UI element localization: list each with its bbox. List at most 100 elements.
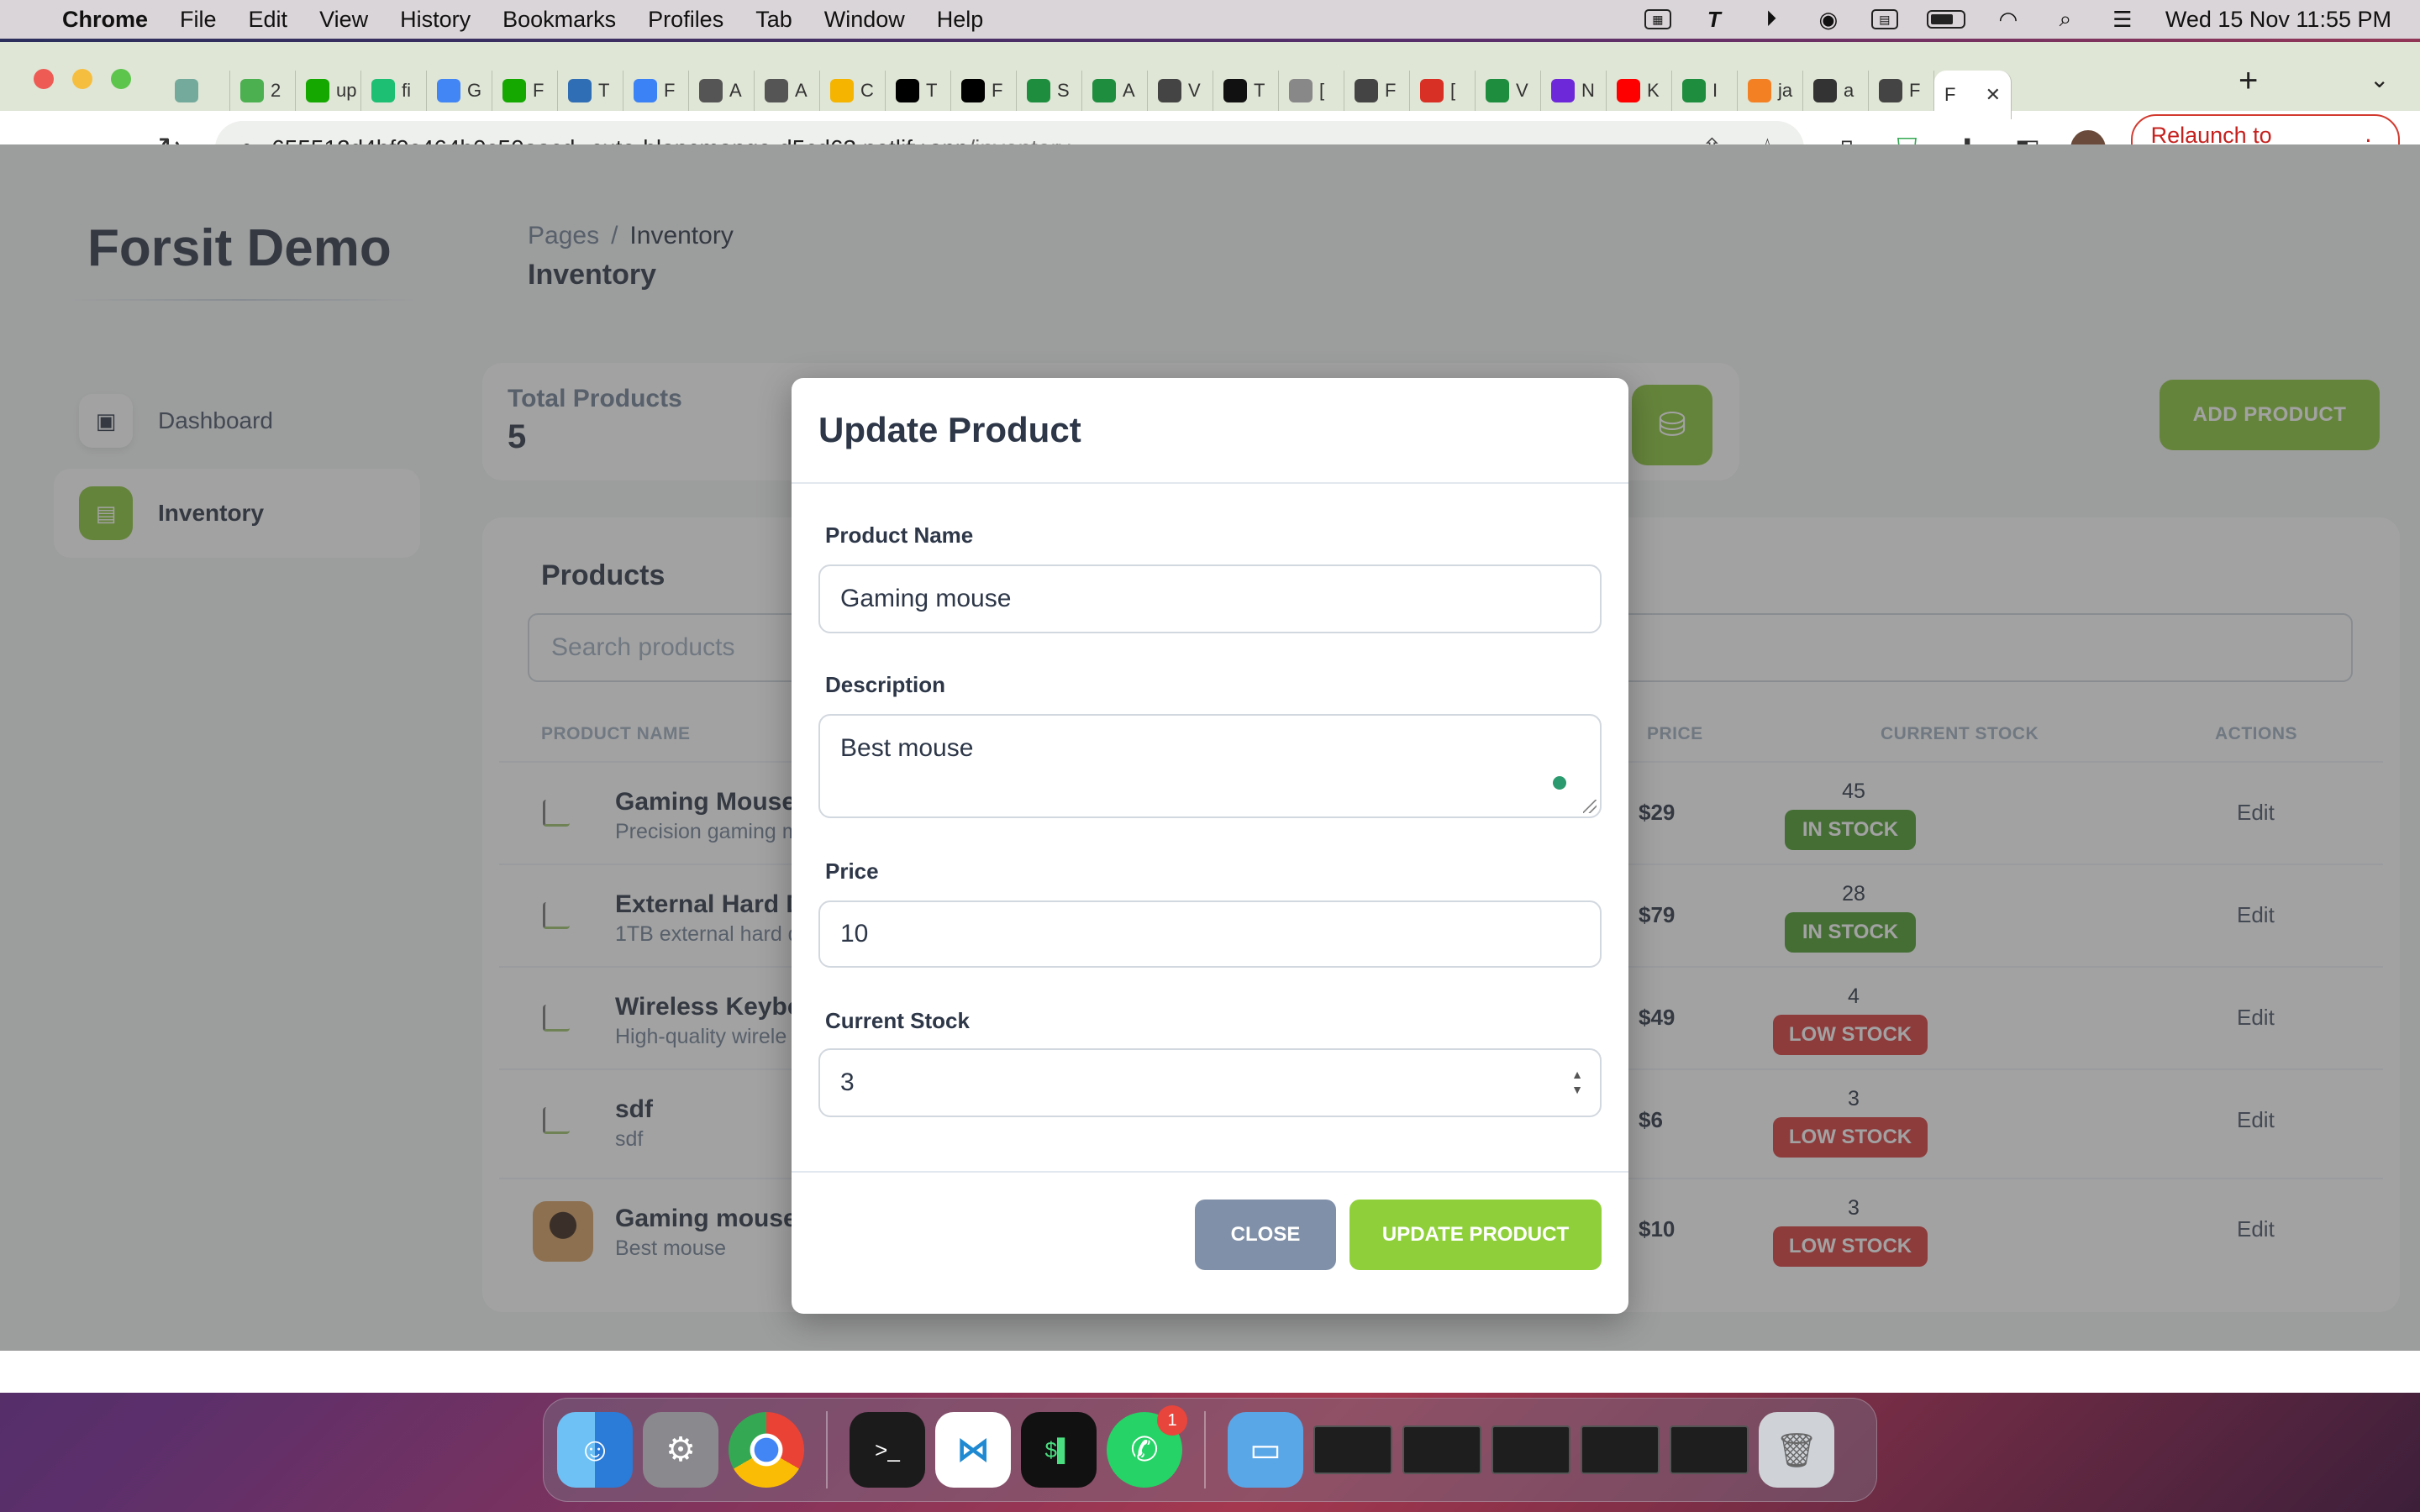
menu-file[interactable]: File: [180, 7, 217, 33]
browser-tab[interactable]: up: [296, 71, 361, 111]
minimized-window-thumbnail[interactable]: [1581, 1425, 1660, 1474]
iterm-icon[interactable]: $▌: [1021, 1412, 1097, 1488]
browser-tab[interactable]: F: [1869, 71, 1934, 111]
current-stock-input[interactable]: 3 ▲ ▼: [818, 1048, 1602, 1117]
tab-label: up: [336, 80, 357, 101]
wifi-icon[interactable]: ◠: [1994, 7, 2023, 32]
active-browser-tab[interactable]: F ✕: [1934, 71, 2012, 119]
menu-view[interactable]: View: [319, 7, 368, 33]
system-settings-icon[interactable]: ⚙: [643, 1412, 718, 1488]
finder-icon[interactable]: ☺: [557, 1412, 633, 1488]
tab-search-chevron-icon[interactable]: ⌄: [2370, 66, 2389, 93]
browser-tab[interactable]: A: [755, 71, 820, 111]
close-window-button[interactable]: [34, 69, 54, 89]
product-name-input[interactable]: Gaming mouse: [818, 564, 1602, 633]
browser-tab[interactable]: fi: [361, 71, 427, 111]
modal-footer-divider: [792, 1171, 1628, 1173]
current-stock-label: Current Stock: [825, 1008, 970, 1033]
menu-help[interactable]: Help: [937, 7, 984, 33]
update-product-button[interactable]: UPDATE PRODUCT: [1349, 1200, 1602, 1270]
browser-tab[interactable]: T: [558, 71, 623, 111]
browser-tab[interactable]: I: [1672, 71, 1738, 111]
browser-tab[interactable]: F: [623, 71, 689, 111]
menu-clock[interactable]: Wed 15 Nov 11:55 PM: [2165, 7, 2391, 33]
browser-tab[interactable]: V: [1148, 71, 1213, 111]
zoom-window-button[interactable]: [111, 69, 131, 89]
upwork-icon: [306, 79, 329, 102]
menu-app-name[interactable]: Chrome: [62, 7, 148, 33]
minimized-window-thumbnail[interactable]: [1491, 1425, 1570, 1474]
close-tab-icon[interactable]: ✕: [1986, 84, 2001, 106]
battery-icon[interactable]: [1926, 10, 1965, 29]
grammarly-icon[interactable]: [1553, 776, 1566, 790]
browser-tab[interactable]: A: [689, 71, 755, 111]
tab-label: ja: [1778, 80, 1793, 101]
badge-2-icon: [240, 79, 264, 102]
browser-tab[interactable]: K: [1607, 71, 1672, 111]
upwork-icon: [502, 79, 526, 102]
resize-handle-icon[interactable]: [1583, 800, 1597, 813]
typora-icon[interactable]: T: [1700, 7, 1728, 32]
tab-label: G: [467, 80, 482, 101]
browser-tab[interactable]: G: [427, 71, 492, 111]
minimize-window-button[interactable]: [72, 69, 92, 89]
product-name-value: Gaming mouse: [840, 585, 1012, 612]
browser-tab[interactable]: a: [1803, 71, 1869, 111]
menu-tab[interactable]: Tab: [755, 7, 792, 33]
number-stepper-icon[interactable]: ▲ ▼: [1571, 1067, 1583, 1097]
description-textarea[interactable]: Best mouse: [818, 714, 1602, 818]
browser-tab[interactable]: [: [1410, 71, 1476, 111]
browser-tab[interactable]: N: [1541, 71, 1607, 111]
menu-window[interactable]: Window: [824, 7, 905, 33]
menu-history[interactable]: History: [400, 7, 471, 33]
browser-tab[interactable]: ja: [1738, 71, 1803, 111]
trash-icon[interactable]: 🗑︎: [1759, 1412, 1834, 1488]
keyboard-icon[interactable]: ▦: [1644, 9, 1671, 29]
browser-tab[interactable]: F: [951, 71, 1017, 111]
tab-label: T: [598, 80, 610, 101]
update-product-modal: Update Product Product Name Gaming mouse…: [792, 378, 1628, 1314]
tab-label: F: [992, 80, 1003, 101]
minimized-window-thumbnail[interactable]: [1670, 1425, 1749, 1474]
close-button[interactable]: CLOSE: [1195, 1200, 1336, 1270]
menu-edit[interactable]: Edit: [249, 7, 288, 33]
t-icon: [568, 79, 592, 102]
browser-tab[interactable]: S: [1017, 71, 1082, 111]
price-input[interactable]: 10: [818, 900, 1602, 968]
tab-label: [: [1319, 80, 1325, 101]
whatsapp-icon[interactable]: ✆ 1: [1107, 1405, 1187, 1488]
github-icon: [1813, 79, 1837, 102]
minimized-window-thumbnail[interactable]: [1313, 1425, 1392, 1474]
folder-icon[interactable]: ▭: [1228, 1412, 1303, 1488]
terminal-icon[interactable]: >_: [850, 1412, 925, 1488]
chrome-icon[interactable]: [729, 1412, 804, 1488]
menu-bookmarks[interactable]: Bookmarks: [502, 7, 616, 33]
browser-tab[interactable]: [165, 71, 230, 111]
user-circle-icon[interactable]: ◉: [1814, 7, 1843, 32]
browser-tab[interactable]: A: [1082, 71, 1148, 111]
tab-label: A: [1123, 80, 1135, 101]
tab-label: F: [1909, 80, 1921, 101]
control-center-icon[interactable]: ☰: [2108, 7, 2137, 32]
browser-tab[interactable]: F: [1344, 71, 1410, 111]
browser-tab[interactable]: F: [492, 71, 558, 111]
apple-icon: [699, 79, 723, 102]
browser-tab[interactable]: C: [820, 71, 886, 111]
google-icon: [437, 79, 460, 102]
browser-tab[interactable]: T: [886, 71, 951, 111]
bow-icon: [1223, 79, 1247, 102]
new-tab-button[interactable]: +: [2238, 62, 2258, 100]
browser-tab[interactable]: V: [1476, 71, 1541, 111]
browser-tab[interactable]: T: [1213, 71, 1279, 111]
macos-menu-bar: Chrome File Edit View History Bookmarks …: [0, 0, 2420, 39]
menu-profiles[interactable]: Profiles: [648, 7, 723, 33]
minimized-window-thumbnail[interactable]: [1402, 1425, 1481, 1474]
description-value: Best mouse: [840, 734, 974, 762]
browser-tab[interactable]: [: [1279, 71, 1344, 111]
r-icon: [1682, 79, 1706, 102]
spotlight-search-icon[interactable]: ⌕: [2051, 6, 2080, 31]
display-icon[interactable]: ▤: [1870, 9, 1898, 29]
play-circle-icon[interactable]: ⏵: [1757, 6, 1786, 31]
vscode-icon[interactable]: ⋈: [935, 1412, 1011, 1488]
browser-tab[interactable]: 2: [230, 71, 296, 111]
